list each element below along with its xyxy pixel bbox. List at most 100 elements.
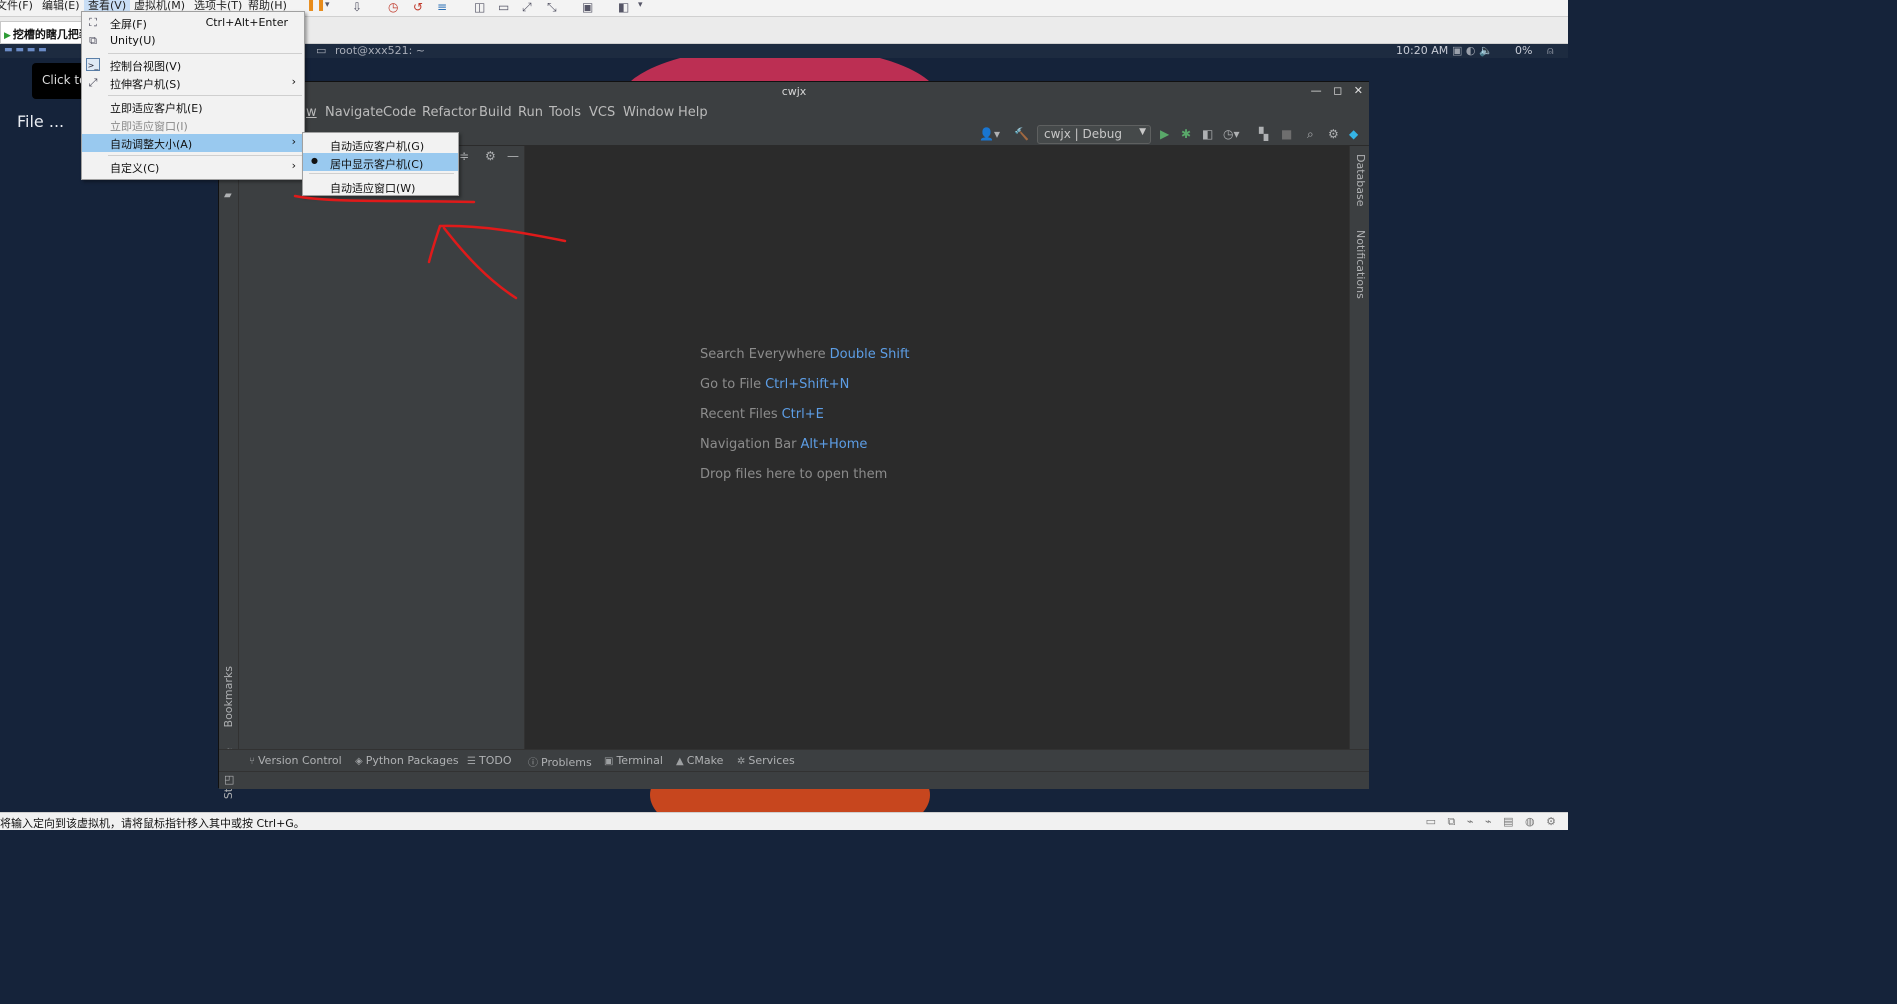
menu-item-stretch-guest[interactable]: ⤢ 拉伸客户机(S) › xyxy=(82,74,304,92)
unity-icon: ⧉ xyxy=(89,34,97,47)
bookmarks-tab[interactable]: Bookmarks xyxy=(222,666,235,727)
view-autofit-icon[interactable]: ⤡ xyxy=(547,0,557,15)
host-menu-file[interactable]: 文件(F) xyxy=(0,0,33,13)
ide-window-title: cwjx xyxy=(781,85,807,98)
folder-icon[interactable]: ▰ xyxy=(224,190,232,201)
device-status-icons[interactable]: ▭ ⧉ ⌁ ⌁ ▤ ◍ ⚙ xyxy=(1426,815,1560,829)
branch-icon: ⑂ xyxy=(249,756,255,767)
send-keys-icon[interactable]: ⇩ xyxy=(352,0,362,14)
ide-titlebar[interactable]: cwjx — ◻ ✕ xyxy=(219,82,1369,102)
ide-menu-window[interactable]: Window xyxy=(623,105,674,120)
ide-menu-tools[interactable]: Tools xyxy=(549,105,581,120)
tab-problems[interactable]: ⓘ Problems xyxy=(528,754,592,769)
menu-item-label: 自定义(C) xyxy=(110,162,160,175)
profile-icon[interactable]: ◷▾ xyxy=(1223,127,1240,141)
menu-item-customize[interactable]: 自定义(C) › xyxy=(82,158,304,176)
menu-item-fullscreen[interactable]: ⛶ 全屏(F) Ctrl+Alt+Enter xyxy=(82,14,304,32)
build-hammer-icon[interactable]: 🔨 xyxy=(1014,127,1029,141)
terminal-window-title[interactable]: root@xxx521: ~ xyxy=(335,44,425,57)
tab-label: Terminal xyxy=(616,754,663,767)
ide-menu-navigate[interactable]: Navigate xyxy=(325,105,383,120)
menu-item-console-view[interactable]: >_ 控制台视图(V) xyxy=(82,56,304,74)
collapse-all-icon[interactable]: ≑ xyxy=(459,149,469,163)
submenu-item-autofit-guest[interactable]: 自动适应客户机(G) xyxy=(303,135,458,153)
ide-menu-code[interactable]: Code xyxy=(383,105,416,120)
menu-separator xyxy=(108,53,302,54)
gear-icon[interactable]: ⚙ xyxy=(1328,127,1339,141)
tab-python-packages[interactable]: ◈ Python Packages xyxy=(355,754,459,767)
menu-item-autosize[interactable]: 自动调整大小(A) › xyxy=(82,134,304,152)
hint-shortcut: Alt+Home xyxy=(800,437,868,452)
menu-item-label: 立即适应客户机(E) xyxy=(110,102,203,115)
panel-clock[interactable]: 10:20 AM xyxy=(1396,44,1448,57)
attach-icon[interactable]: ▚ xyxy=(1259,127,1268,141)
tab-services[interactable]: ✲ Services xyxy=(737,754,795,767)
ide-menu-view[interactable]: w xyxy=(306,105,317,120)
close-icon[interactable]: ✕ xyxy=(1354,84,1363,97)
snapshot-icon[interactable]: ◷ xyxy=(388,0,398,14)
services-icon: ✲ xyxy=(737,756,746,767)
menu-item-fit-guest-now[interactable]: 立即适应客户机(E) xyxy=(82,98,304,116)
settings-icon[interactable]: ◧ xyxy=(618,0,629,14)
jetbrains-logo-icon[interactable]: ◆ xyxy=(1349,127,1358,141)
list-icon: ☰ xyxy=(467,756,476,767)
panel-tray-icons[interactable]: ▣ ◐ 🔈 xyxy=(1452,44,1493,57)
ide-menu-vcs[interactable]: VCS xyxy=(589,105,615,120)
menu-item-label: 立即适应窗口(I) xyxy=(110,120,188,133)
info-icon: ⓘ xyxy=(528,758,538,769)
tab-terminal[interactable]: ▣ Terminal xyxy=(604,754,663,767)
view-unity-icon[interactable]: ▭ xyxy=(498,0,509,14)
chevron-down-icon[interactable]: ▾ xyxy=(638,0,643,10)
hint-label: Navigation Bar xyxy=(700,437,797,452)
radio-selected-icon: ● xyxy=(311,156,318,165)
pause-icon[interactable]: ❚❚ xyxy=(306,0,326,11)
snapshot-manager-icon[interactable]: ≡ xyxy=(437,0,447,14)
hide-panel-icon[interactable]: — xyxy=(507,149,519,163)
tab-todo[interactable]: ☰ TODO xyxy=(467,754,511,767)
view-full-icon[interactable]: ◫ xyxy=(474,0,485,14)
toggle-tool-windows-icon[interactable]: ◰ xyxy=(224,773,234,786)
chevron-down-icon[interactable]: ▾ xyxy=(325,0,330,10)
ide-status-bar: ◰ xyxy=(219,771,1369,789)
submenu-item-autofit-window[interactable]: 自动适应窗口(W) xyxy=(303,177,458,195)
tab-label: Python Packages xyxy=(365,754,459,767)
database-tab[interactable]: Database xyxy=(1354,154,1367,207)
search-icon[interactable]: ⌕ xyxy=(1307,127,1314,142)
coverage-icon[interactable]: ◧ xyxy=(1202,127,1213,141)
submenu-item-center-guest[interactable]: ● 居中显示客户机(C) xyxy=(303,153,458,171)
debug-icon[interactable]: ✱ xyxy=(1181,127,1191,141)
menu-item-label: 自动适应窗口(W) xyxy=(330,182,416,195)
menu-item-unity[interactable]: ⧉ Unity(U) xyxy=(82,32,304,50)
ide-menu-build[interactable]: Build xyxy=(479,105,512,120)
ide-menu-help[interactable]: Help xyxy=(678,105,708,120)
editor-empty-state[interactable]: Search Everywhere Double Shift Go to File… xyxy=(526,146,1349,749)
workspace-switcher-icon[interactable]: ▬ ▬ ▬ ▬ xyxy=(4,45,47,55)
user-icon[interactable]: 👤▾ xyxy=(979,127,1000,141)
vm-tab[interactable]: ▶ 挖槽的瞎几把装 xyxy=(0,21,86,43)
menu-item-label: 居中显示客户机(C) xyxy=(330,158,424,171)
run-icon[interactable]: ▶ xyxy=(1160,127,1169,141)
bottom-tool-tabs: ⑂ Version Control ◈ Python Packages ☰ TODO … xyxy=(219,749,1369,771)
tab-label: Problems xyxy=(541,756,592,769)
lock-icon[interactable]: ⍝ xyxy=(1547,44,1554,58)
host-menu-edit[interactable]: 编辑(E) xyxy=(42,0,80,13)
tab-version-control[interactable]: ⑂ Version Control xyxy=(249,754,342,767)
hint-navigation-bar: Navigation Bar Alt+Home xyxy=(700,437,867,452)
ide-menu-run[interactable]: Run xyxy=(518,105,543,120)
terminal-icon: ▭ xyxy=(316,44,327,57)
minimize-icon[interactable]: — xyxy=(1311,84,1322,97)
hint-shortcut: Double Shift xyxy=(829,347,910,362)
ide-menubar: w Navigate Code Refactor Build Run Tools… xyxy=(219,102,1369,124)
tab-cmake[interactable]: ▲ CMake xyxy=(676,754,723,767)
ide-menu-refactor[interactable]: Refactor xyxy=(422,105,477,120)
view-stretch-icon[interactable]: ⤢ xyxy=(522,0,532,15)
desktop-file-label[interactable]: File ... xyxy=(17,112,64,131)
revert-snapshot-icon[interactable]: ↺ xyxy=(413,0,423,14)
gear-icon[interactable]: ⚙ xyxy=(485,149,496,163)
maximize-icon[interactable]: ◻ xyxy=(1333,84,1342,97)
notifications-tab[interactable]: Notifications xyxy=(1354,230,1367,299)
run-configuration-select[interactable]: cwjx | Debug ▼ xyxy=(1037,125,1151,144)
stop-icon[interactable]: ■ xyxy=(1281,127,1292,141)
hint-search-everywhere: Search Everywhere Double Shift xyxy=(700,347,909,362)
console-view-icon[interactable]: ▣ xyxy=(582,0,593,14)
